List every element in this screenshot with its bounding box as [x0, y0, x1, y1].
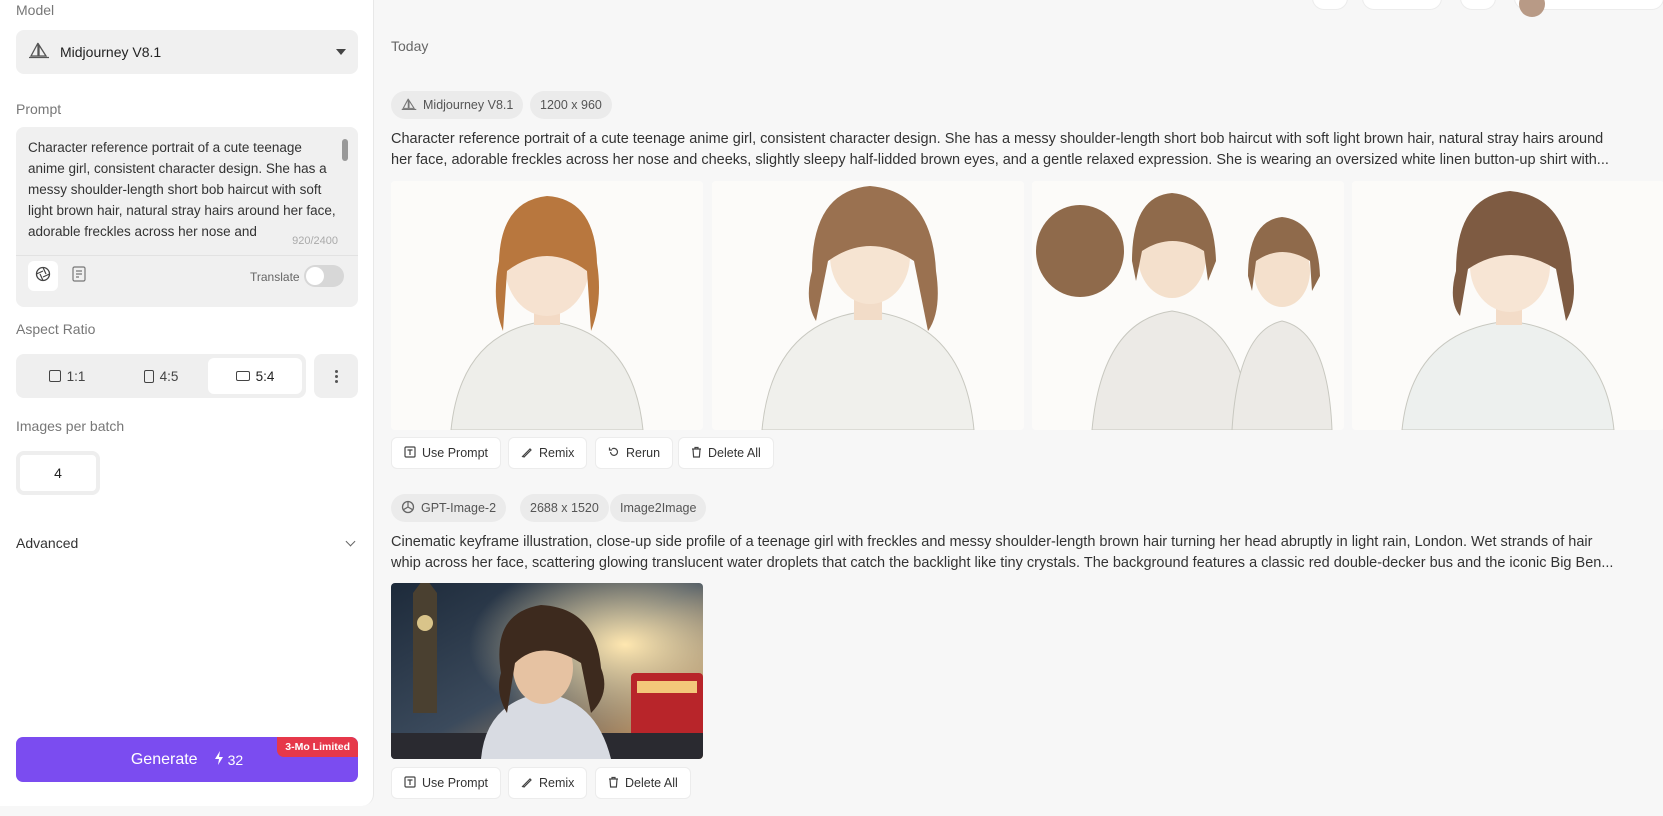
- delete-all-button[interactable]: Delete All: [595, 767, 691, 799]
- tag-label: GPT-Image-2: [421, 501, 497, 515]
- refresh-icon: [608, 446, 626, 461]
- generated-image-2[interactable]: [712, 181, 1024, 430]
- use-prompt-button[interactable]: Use Prompt: [391, 767, 501, 799]
- text-box-icon: [404, 445, 422, 461]
- remix-button[interactable]: Remix: [508, 437, 588, 469]
- portrait-rect-icon: [143, 369, 154, 383]
- topbar-button[interactable]: [1362, 0, 1442, 10]
- ratio-label: 1:1: [66, 368, 86, 384]
- prompt-line: Character reference portrait of a cute t…: [391, 131, 1604, 147]
- credit-count: 32: [227, 751, 244, 768]
- brush-icon: [521, 776, 539, 791]
- translate-toggle[interactable]: [304, 265, 344, 287]
- action-label: Delete All: [625, 776, 678, 790]
- lightning-icon: [214, 751, 224, 768]
- credit-cost: 32: [214, 751, 244, 768]
- advanced-toggle[interactable]: Advanced: [16, 531, 358, 555]
- trash-icon: [608, 776, 625, 791]
- document-icon: [72, 265, 86, 287]
- generate-button[interactable]: Generate 32 3-Mo Limited: [16, 737, 358, 782]
- model-select[interactable]: Midjourney V8.1: [16, 30, 358, 74]
- action-label: Rerun: [626, 446, 661, 460]
- prompt-line: her face, adorable freckles across her n…: [391, 152, 1609, 168]
- square-icon: [48, 370, 61, 382]
- resolution-tag: 2688 x 1520: [520, 494, 609, 522]
- model-tag: Midjourney V8.1: [391, 91, 524, 119]
- prompt-field[interactable]: Character reference portrait of a cute t…: [16, 127, 358, 307]
- generated-image-3[interactable]: [1032, 181, 1344, 430]
- action-label: Remix: [539, 776, 575, 790]
- section-title-today: Today: [391, 38, 429, 54]
- prompt-divider: [16, 255, 358, 256]
- model-label: Model: [16, 2, 55, 18]
- more-ratios-button[interactable]: [314, 354, 358, 398]
- brush-icon: [521, 446, 539, 461]
- ratio-label: 4:5: [159, 368, 179, 384]
- tag-label: Midjourney V8.1: [423, 98, 514, 112]
- images-per-batch-label: Images per batch: [16, 418, 125, 434]
- generate-label: Generate: [130, 750, 198, 768]
- generated-image-london[interactable]: [391, 583, 703, 759]
- topbar-icon-button[interactable]: [1460, 0, 1496, 10]
- prompt-line: Cinematic keyframe illustration, close-u…: [391, 534, 1593, 550]
- prompt-scrollbar[interactable]: [342, 139, 348, 161]
- use-prompt-button[interactable]: Use Prompt: [391, 437, 501, 469]
- sailboat-icon: [28, 41, 50, 64]
- rerun-button[interactable]: Rerun: [595, 437, 674, 469]
- mode-tag: Image2Image: [610, 494, 707, 522]
- advanced-label: Advanced: [16, 535, 79, 551]
- limited-offer-badge: 3-Mo Limited: [277, 737, 358, 757]
- aperture-icon: [35, 266, 51, 287]
- action-label: Use Prompt: [422, 776, 488, 790]
- prompt-template-button[interactable]: [64, 261, 94, 291]
- action-label: Delete All: [708, 446, 761, 460]
- user-menu[interactable]: [1514, 0, 1663, 17]
- model-select-value: Midjourney V8.1: [60, 44, 162, 60]
- action-label: Use Prompt: [422, 446, 488, 460]
- image-reference-button[interactable]: [28, 261, 58, 291]
- topbar-icon-button[interactable]: [1312, 0, 1348, 10]
- avatar: [1519, 0, 1545, 17]
- sailboat-icon: [401, 97, 423, 114]
- remix-button[interactable]: Remix: [508, 767, 588, 799]
- generated-image-4[interactable]: [1352, 181, 1663, 430]
- prompt-line: whip across her face, scattering glowing…: [391, 555, 1614, 571]
- aspect-ratio-label: Aspect Ratio: [16, 321, 96, 337]
- generated-image-1[interactable]: [391, 181, 703, 430]
- delete-all-button[interactable]: Delete All: [678, 437, 774, 469]
- ratio-option-1-1[interactable]: 1:1: [20, 358, 114, 394]
- ratio-option-5-4[interactable]: 5:4: [208, 358, 302, 394]
- landscape-rect-icon: [235, 371, 250, 381]
- text-box-icon: [404, 775, 422, 791]
- prompt-char-count: 920/2400: [292, 235, 338, 247]
- prompt-label: Prompt: [16, 101, 62, 117]
- translate-label: Translate: [250, 270, 300, 284]
- chevron-down-icon: [345, 536, 356, 546]
- prompt-textarea[interactable]: Character reference portrait of a cute t…: [28, 137, 340, 245]
- ratio-label: 5:4: [255, 368, 275, 384]
- job-prompt-text: Character reference portrait of a cute t…: [391, 129, 1653, 171]
- aspect-ratio-group: 1:1 4:5 5:4: [16, 354, 306, 398]
- ratio-option-4-5[interactable]: 4:5: [114, 358, 208, 394]
- trash-icon: [691, 446, 708, 461]
- model-tag: GPT-Image-2: [391, 494, 507, 522]
- openai-icon: [401, 500, 421, 517]
- settings-sidebar: Model Midjourney V8.1 Prompt Character r…: [0, 0, 374, 806]
- job-prompt-text: Cinematic keyframe illustration, close-u…: [391, 532, 1653, 574]
- resolution-tag: 1200 x 960: [530, 91, 612, 119]
- chevron-down-icon: [336, 49, 346, 55]
- action-label: Remix: [539, 446, 575, 460]
- images-per-batch-input[interactable]: 4: [16, 451, 100, 495]
